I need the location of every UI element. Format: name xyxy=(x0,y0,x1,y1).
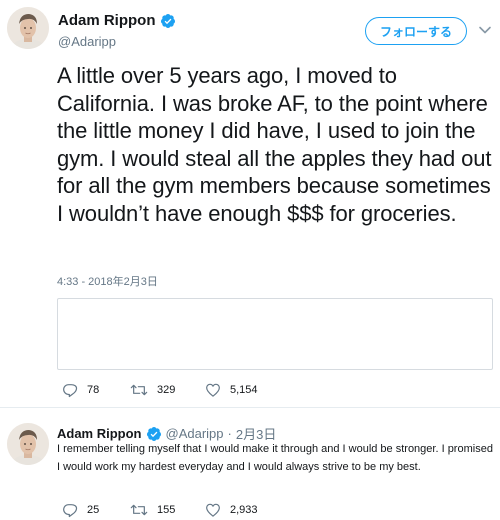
reply-icon xyxy=(63,504,78,518)
verified-badge-icon xyxy=(160,13,175,28)
tweet-text: A little over 5 years ago, I moved to Ca… xyxy=(57,63,492,226)
like-count: 5,154 xyxy=(230,384,258,396)
tweet-actions: 25 155 2,933 xyxy=(62,502,258,518)
tweet-text: I remember telling myself that I would m… xyxy=(57,443,493,473)
author-handle[interactable]: @Adaripp xyxy=(58,34,116,49)
reply-button[interactable]: 78 xyxy=(62,382,130,398)
tweet-actions: 78 329 5,154 xyxy=(62,382,258,398)
like-button[interactable]: 2,933 xyxy=(205,502,258,518)
like-icon xyxy=(206,503,220,517)
media-placeholder xyxy=(57,298,493,370)
verified-badge-icon xyxy=(146,426,161,441)
like-button[interactable]: 5,154 xyxy=(205,382,258,398)
separator: · xyxy=(227,426,232,441)
avatar-image xyxy=(7,423,49,465)
like-count: 2,933 xyxy=(230,504,258,516)
retweet-button[interactable]: 329 xyxy=(130,382,205,398)
avatar[interactable] xyxy=(7,423,49,465)
author-name[interactable]: Adam Rippon xyxy=(58,12,176,29)
retweet-button[interactable]: 155 xyxy=(130,502,205,518)
author-handle[interactable]: @Adaripp xyxy=(166,426,224,441)
divider xyxy=(0,407,500,408)
avatar-image xyxy=(7,7,49,49)
retweet-count: 155 xyxy=(157,504,176,516)
chevron-down-icon[interactable] xyxy=(478,23,492,37)
tweet-timestamp[interactable]: 4:33 - 2018年2月3日 xyxy=(57,273,158,289)
reply-count: 78 xyxy=(87,384,100,396)
reply-count: 25 xyxy=(87,504,100,516)
reply-button[interactable]: 25 xyxy=(62,502,130,518)
retweet-icon xyxy=(130,504,148,516)
author-name-text[interactable]: Adam Rippon xyxy=(58,12,156,29)
retweet-count: 329 xyxy=(157,384,176,396)
author-name[interactable]: Adam Rippon xyxy=(57,426,142,441)
retweet-icon xyxy=(130,384,148,396)
follow-button[interactable]: フォローする xyxy=(365,17,467,45)
reply-icon xyxy=(63,384,78,398)
like-icon xyxy=(206,383,220,397)
avatar[interactable] xyxy=(7,7,49,49)
